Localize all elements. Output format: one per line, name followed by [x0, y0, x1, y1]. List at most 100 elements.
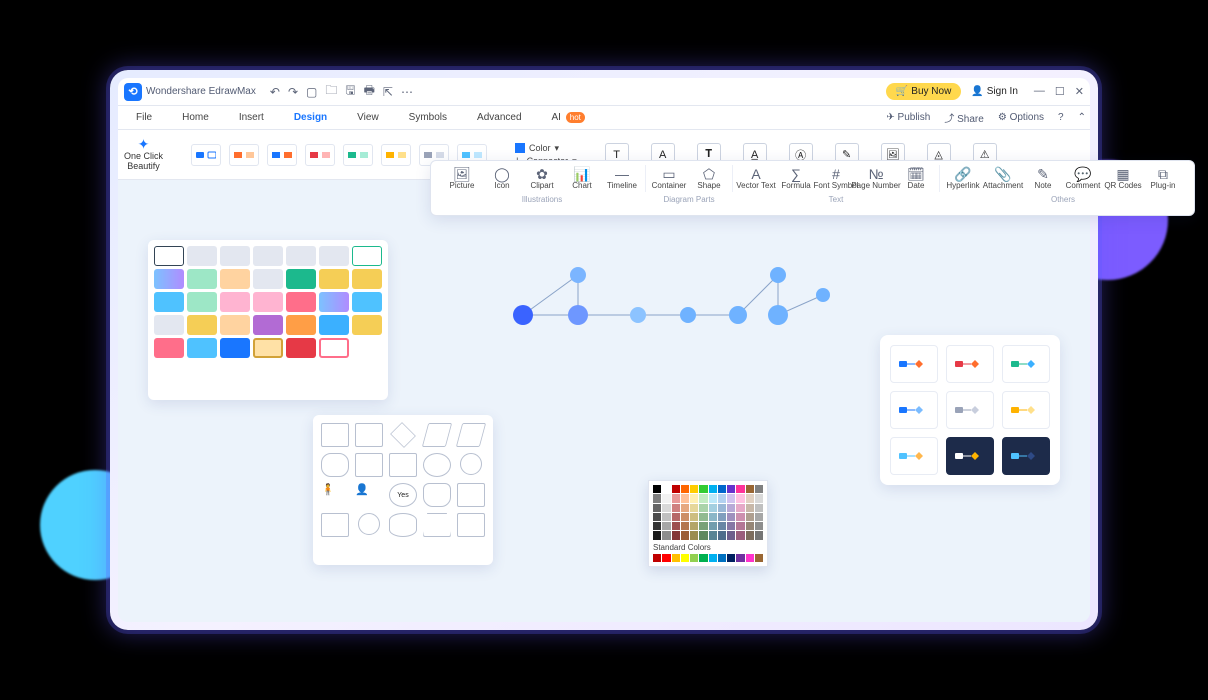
- insert-shape-button[interactable]: ⬠Shape: [690, 165, 728, 192]
- node[interactable]: [770, 267, 786, 283]
- color-swatch[interactable]: [653, 504, 661, 512]
- color-swatch[interactable]: [681, 494, 689, 502]
- shape-ellipse[interactable]: [423, 453, 451, 477]
- shape-parallelogram[interactable]: [456, 423, 486, 447]
- insert-hyperlink-button[interactable]: 🔗Hyperlink: [944, 165, 982, 192]
- color-swatch[interactable]: [672, 554, 680, 562]
- color-swatch[interactable]: [690, 494, 698, 502]
- palette-item[interactable]: [286, 269, 316, 289]
- color-swatch[interactable]: [755, 513, 763, 521]
- node[interactable]: [568, 305, 588, 325]
- color-swatch[interactable]: [718, 522, 726, 530]
- theme-style-card[interactable]: [890, 345, 938, 383]
- color-swatch[interactable]: [662, 522, 670, 530]
- insert-chart-button[interactable]: 📊Chart: [563, 165, 601, 192]
- color-swatch[interactable]: [746, 531, 754, 539]
- color-swatch[interactable]: [736, 522, 744, 530]
- color-swatch[interactable]: [746, 554, 754, 562]
- shape-rect[interactable]: [457, 483, 485, 507]
- color-swatch[interactable]: [727, 485, 735, 493]
- color-swatch[interactable]: [718, 554, 726, 562]
- color-swatch[interactable]: [699, 504, 707, 512]
- color-swatch[interactable]: [653, 485, 661, 493]
- node[interactable]: [768, 305, 788, 325]
- color-swatch[interactable]: [672, 494, 680, 502]
- palette-item[interactable]: [286, 338, 316, 358]
- shape-rect[interactable]: [321, 513, 349, 537]
- palette-item[interactable]: [319, 292, 349, 312]
- color-swatch[interactable]: [727, 554, 735, 562]
- color-swatch[interactable]: [681, 504, 689, 512]
- color-swatch[interactable]: [709, 485, 717, 493]
- undo-icon[interactable]: ↶: [270, 85, 280, 99]
- color-swatch[interactable]: [718, 531, 726, 539]
- palette-item[interactable]: [352, 338, 382, 358]
- theme-style-card[interactable]: [890, 391, 938, 429]
- diagram-graph[interactable]: [508, 260, 838, 340]
- color-swatch[interactable]: [681, 513, 689, 521]
- insert-qr-codes-button[interactable]: ▦QR Codes: [1104, 165, 1142, 192]
- insert-formula-button[interactable]: ∑Formula: [777, 165, 815, 192]
- color-swatch[interactable]: [727, 522, 735, 530]
- palette-item[interactable]: [253, 338, 283, 358]
- theme-style-card[interactable]: [946, 345, 994, 383]
- insert-page-number-button[interactable]: №Page Number: [857, 165, 895, 192]
- options-button[interactable]: ⚙ Options: [998, 112, 1044, 123]
- theme-swatch[interactable]: [343, 144, 373, 166]
- palette-item[interactable]: [319, 246, 349, 266]
- sign-in-button[interactable]: 👤 Sign In: [971, 86, 1018, 97]
- tab-home[interactable]: Home: [168, 108, 223, 127]
- tab-view[interactable]: View: [343, 108, 393, 127]
- palette-item[interactable]: [220, 246, 250, 266]
- color-swatch[interactable]: [653, 494, 661, 502]
- color-swatch[interactable]: [672, 522, 680, 530]
- color-swatch[interactable]: [746, 485, 754, 493]
- palette-item[interactable]: [187, 246, 217, 266]
- color-swatch[interactable]: [755, 494, 763, 502]
- palette-item[interactable]: [154, 315, 184, 335]
- shape-trapezoid[interactable]: [423, 513, 451, 537]
- color-swatch[interactable]: [718, 494, 726, 502]
- insert-note-button[interactable]: ✎Note: [1024, 165, 1062, 192]
- shape-circle[interactable]: [460, 453, 482, 475]
- color-swatch[interactable]: [690, 522, 698, 530]
- node[interactable]: [630, 307, 646, 323]
- shape-cylinder[interactable]: [423, 483, 451, 507]
- node[interactable]: [680, 307, 696, 323]
- color-swatch[interactable]: [746, 513, 754, 521]
- save-icon[interactable]: 🖫: [345, 81, 355, 102]
- insert-timeline-button[interactable]: —Timeline: [603, 165, 641, 192]
- palette-item[interactable]: [319, 315, 349, 335]
- shape-rectangle[interactable]: [321, 423, 349, 447]
- theme-style-card[interactable]: [890, 437, 938, 475]
- theme-style-card[interactable]: [946, 437, 994, 475]
- palette-item[interactable]: [154, 338, 184, 358]
- color-swatch[interactable]: [709, 531, 717, 539]
- insert-container-button[interactable]: ▭Container: [650, 165, 688, 192]
- palette-item[interactable]: [253, 292, 283, 312]
- tab-insert[interactable]: Insert: [225, 108, 278, 127]
- shape-round-rect[interactable]: [321, 453, 349, 477]
- color-swatch[interactable]: [672, 504, 680, 512]
- color-swatch[interactable]: [727, 494, 735, 502]
- theme-swatch[interactable]: [305, 144, 335, 166]
- color-swatch[interactable]: [718, 485, 726, 493]
- palette-item[interactable]: [220, 315, 250, 335]
- palette-item[interactable]: [253, 246, 283, 266]
- palette-item[interactable]: [286, 246, 316, 266]
- palette-item[interactable]: [187, 315, 217, 335]
- palette-item[interactable]: [154, 269, 184, 289]
- color-swatch[interactable]: [718, 513, 726, 521]
- maximize-button[interactable]: ☐: [1055, 85, 1065, 98]
- color-swatch[interactable]: [699, 494, 707, 502]
- color-swatch[interactable]: [755, 485, 763, 493]
- color-swatch[interactable]: [662, 504, 670, 512]
- color-swatch[interactable]: [699, 522, 707, 530]
- palette-item[interactable]: [187, 269, 217, 289]
- shape-circle[interactable]: [358, 513, 380, 535]
- new-icon[interactable]: ▢: [306, 85, 317, 99]
- collapse-ribbon-icon[interactable]: ⌃: [1078, 112, 1086, 123]
- palette-item[interactable]: [286, 292, 316, 312]
- insert-vector-text-button[interactable]: AVector Text: [737, 165, 775, 192]
- theme-swatch[interactable]: [229, 144, 259, 166]
